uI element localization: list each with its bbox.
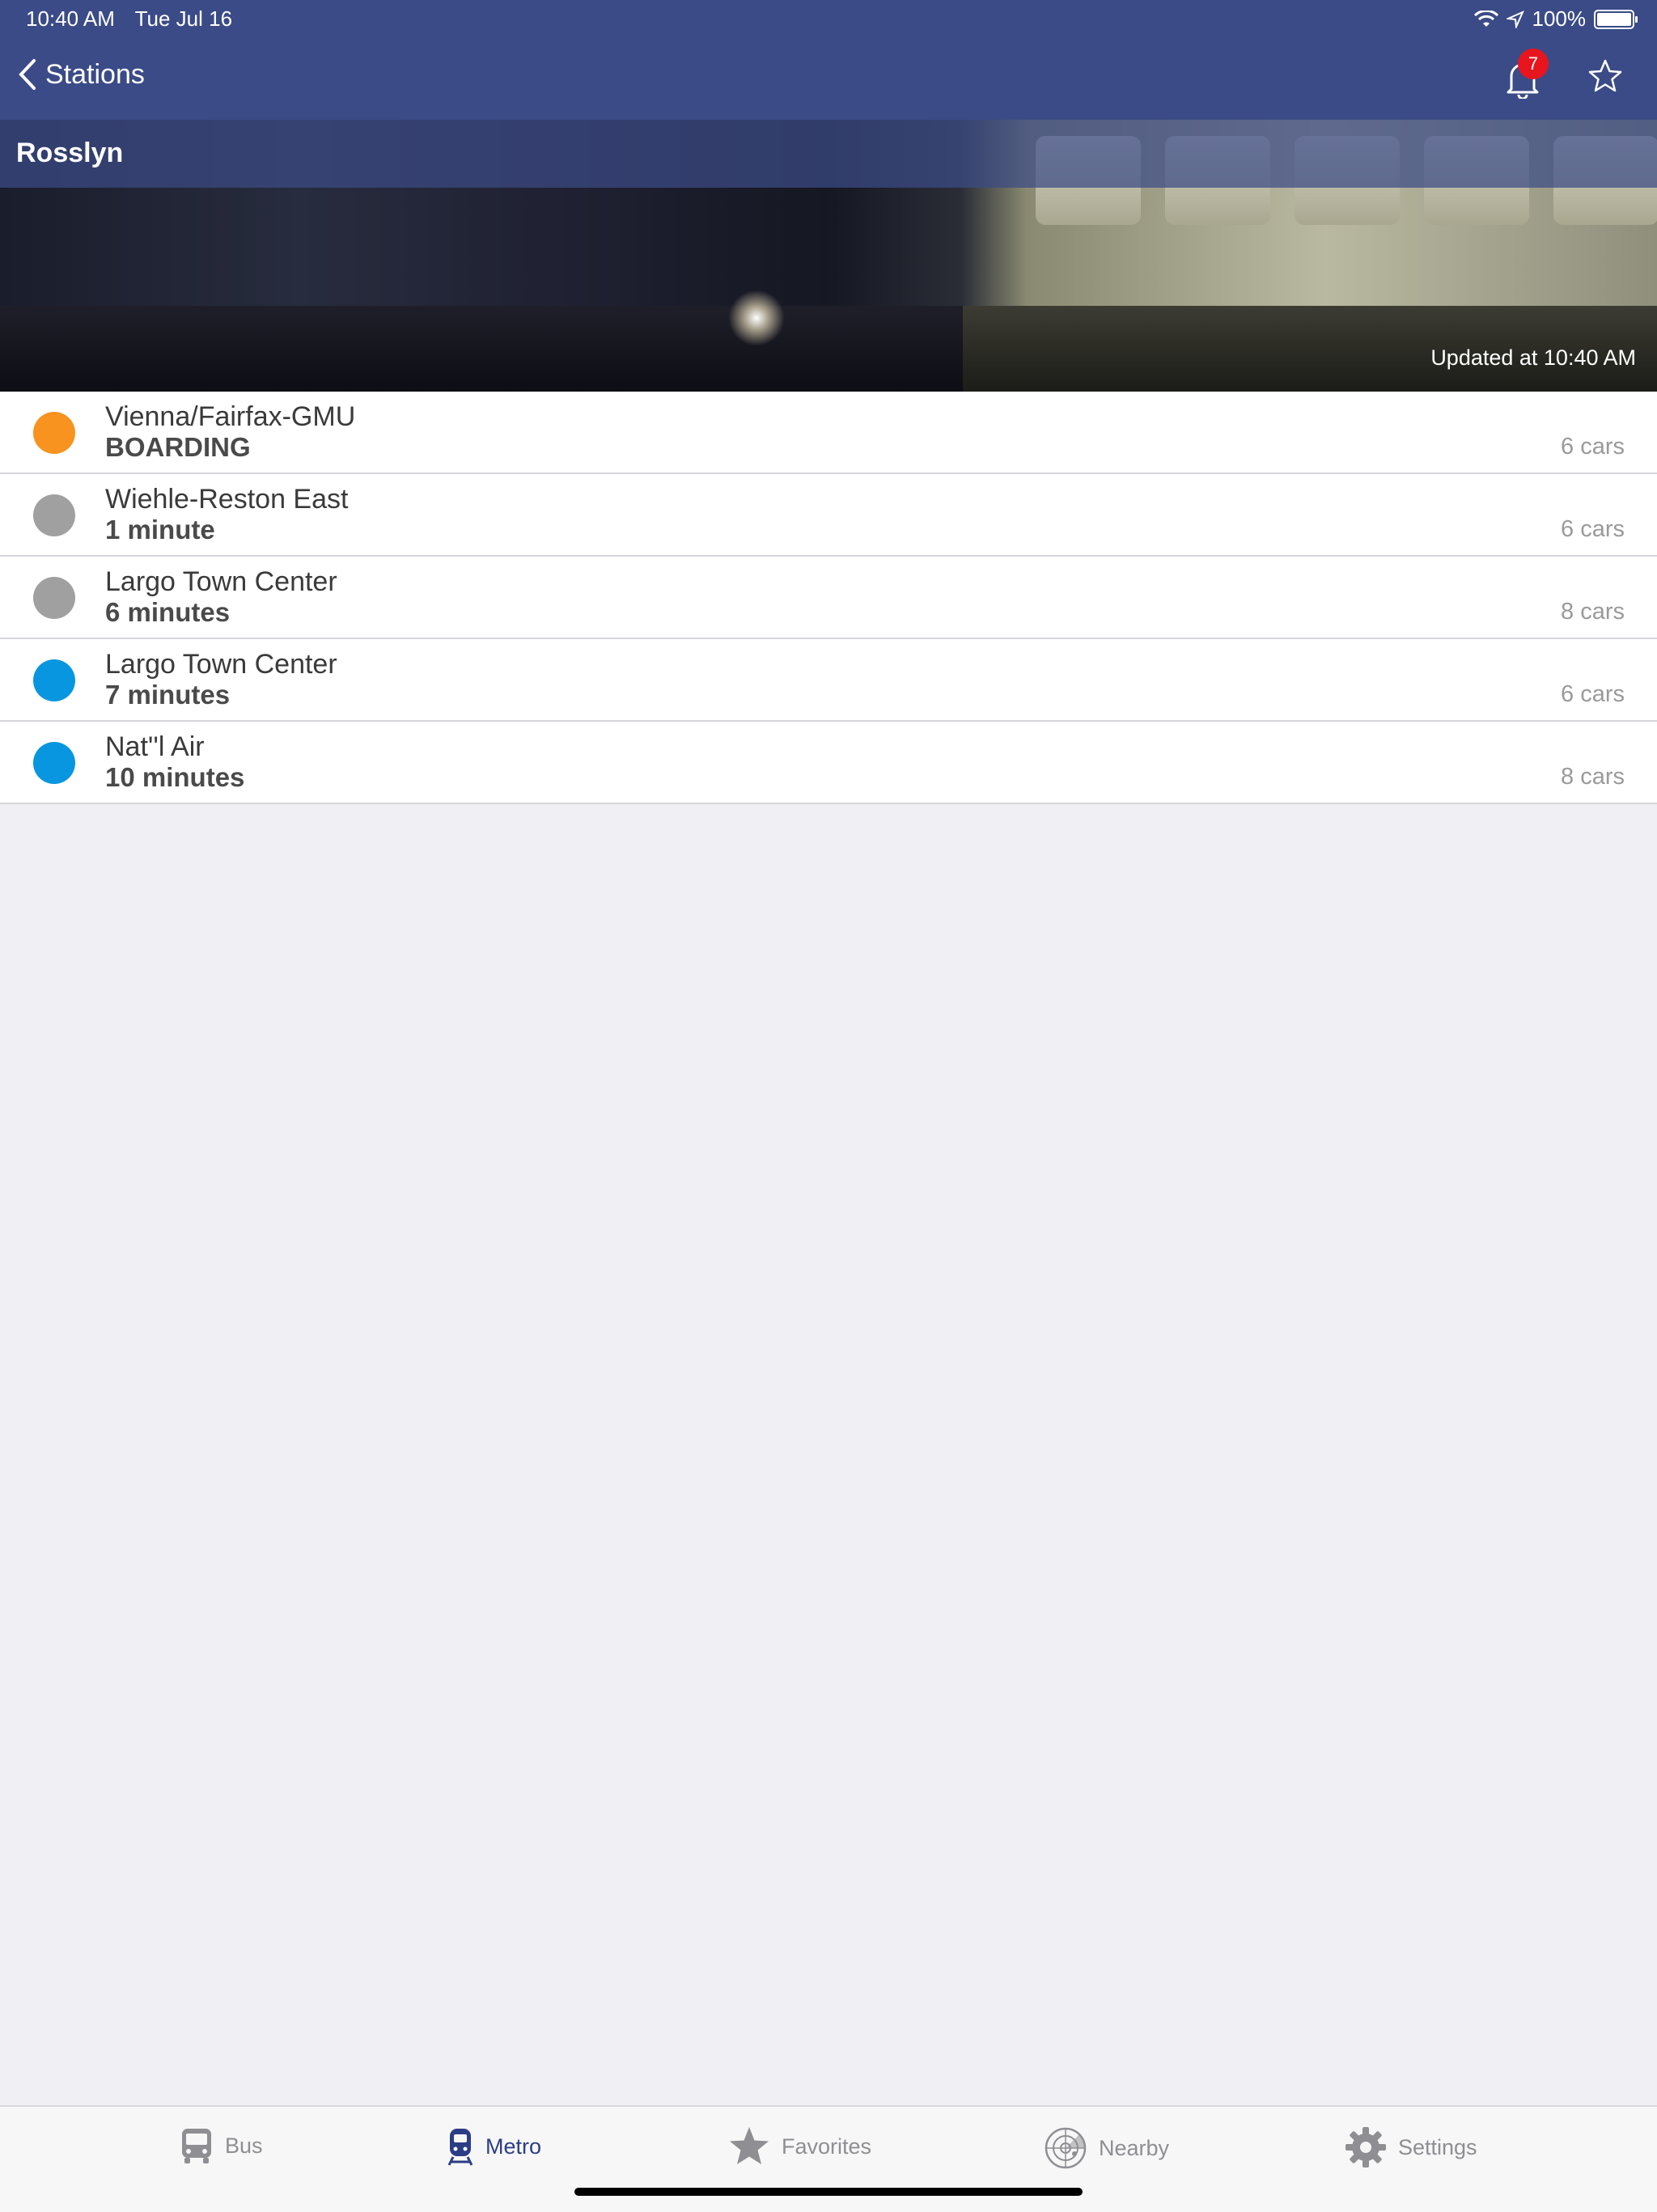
favorite-star-icon[interactable] — [1587, 58, 1623, 94]
destination: Largo Town Center — [105, 566, 337, 597]
arrival-time: 1 minute — [105, 515, 215, 545]
status-bar-right: 100% — [1473, 6, 1638, 32]
location-arrow-icon — [1506, 10, 1524, 28]
line-color-dot — [33, 577, 75, 619]
tab-favorites[interactable]: Favorites — [728, 2126, 871, 2167]
destination: Wiehle-Reston East — [105, 484, 349, 515]
station-camera-image: Rosslyn Updated at 10:40 AM — [0, 120, 1657, 392]
destination: Largo Town Center — [105, 649, 337, 680]
back-button[interactable]: Stations — [18, 58, 145, 91]
battery-icon — [1594, 9, 1638, 29]
arrival-row[interactable]: Largo Town Center 6 minutes 8 cars — [0, 557, 1657, 639]
tab-favorites-label: Favorites — [782, 2134, 872, 2159]
tab-settings[interactable]: Settings — [1345, 2126, 1477, 2168]
line-color-dot — [33, 494, 75, 536]
status-bar-left: 10:40 AM Tue Jul 16 — [26, 6, 247, 32]
home-indicator — [574, 2188, 1083, 2196]
platform-light — [728, 290, 785, 346]
status-date: Tue Jul 16 — [134, 6, 233, 31]
status-time: 10:40 AM — [26, 6, 115, 31]
wifi-icon — [1473, 10, 1498, 27]
updated-timestamp: Updated at 10:40 AM — [1430, 345, 1636, 370]
car-count: 6 cars — [1561, 434, 1625, 460]
car-count: 6 cars — [1561, 516, 1625, 542]
line-color-dot — [33, 742, 75, 784]
radar-icon — [1045, 2127, 1087, 2169]
tab-nearby[interactable]: Nearby — [1044, 2126, 1169, 2170]
arrival-row[interactable]: Nat''l Air 10 minutes 8 cars — [0, 722, 1657, 804]
tab-nearby-label: Nearby — [1099, 2135, 1170, 2160]
battery-percent: 100% — [1532, 6, 1587, 31]
destination: Vienna/Fairfax-GMU — [105, 401, 356, 432]
tab-bus[interactable]: Bus — [180, 2126, 263, 2165]
tab-settings-label: Settings — [1398, 2134, 1477, 2159]
arrival-time: 7 minutes — [105, 680, 231, 710]
station-name: Rosslyn — [16, 138, 124, 168]
tab-metro[interactable]: Metro — [447, 2126, 541, 2167]
arrival-row[interactable]: Wiehle-Reston East 1 minute 6 cars — [0, 474, 1657, 557]
arrival-row[interactable]: Vienna/Fairfax-GMU BOARDING 6 cars — [0, 392, 1657, 474]
arrival-time: BOARDING — [105, 432, 251, 462]
arrival-row[interactable]: Largo Town Center 7 minutes 6 cars — [0, 639, 1657, 722]
notification-badge: 7 — [1518, 49, 1549, 79]
navigation-bar: 10:40 AM Tue Jul 16 100% Stations 7 — [0, 0, 1657, 120]
gear-icon — [1346, 2127, 1386, 2168]
car-count: 6 cars — [1561, 681, 1625, 707]
back-button-label: Stations — [45, 58, 145, 90]
destination: Nat''l Air — [105, 731, 205, 762]
tab-metro-label: Metro — [485, 2134, 542, 2159]
arrivals-list: Vienna/Fairfax-GMU BOARDING 6 cars Wiehl… — [0, 392, 1657, 804]
arrival-time: 10 minutes — [105, 762, 245, 792]
platform-shadow — [0, 306, 963, 392]
bus-icon — [182, 2129, 211, 2163]
tab-bar: Bus Metro Favorites Nearby Settings — [0, 2105, 1657, 2212]
car-count: 8 cars — [1561, 599, 1625, 625]
chevron-left-icon — [19, 59, 36, 90]
star-icon — [730, 2127, 769, 2164]
tab-bus-label: Bus — [225, 2133, 263, 2158]
metro-train-icon — [447, 2129, 473, 2166]
line-color-dot — [33, 412, 75, 454]
car-count: 8 cars — [1561, 764, 1625, 790]
line-color-dot — [33, 659, 75, 701]
arrival-time: 6 minutes — [105, 597, 231, 627]
station-title-bar: Rosslyn — [0, 120, 1657, 188]
